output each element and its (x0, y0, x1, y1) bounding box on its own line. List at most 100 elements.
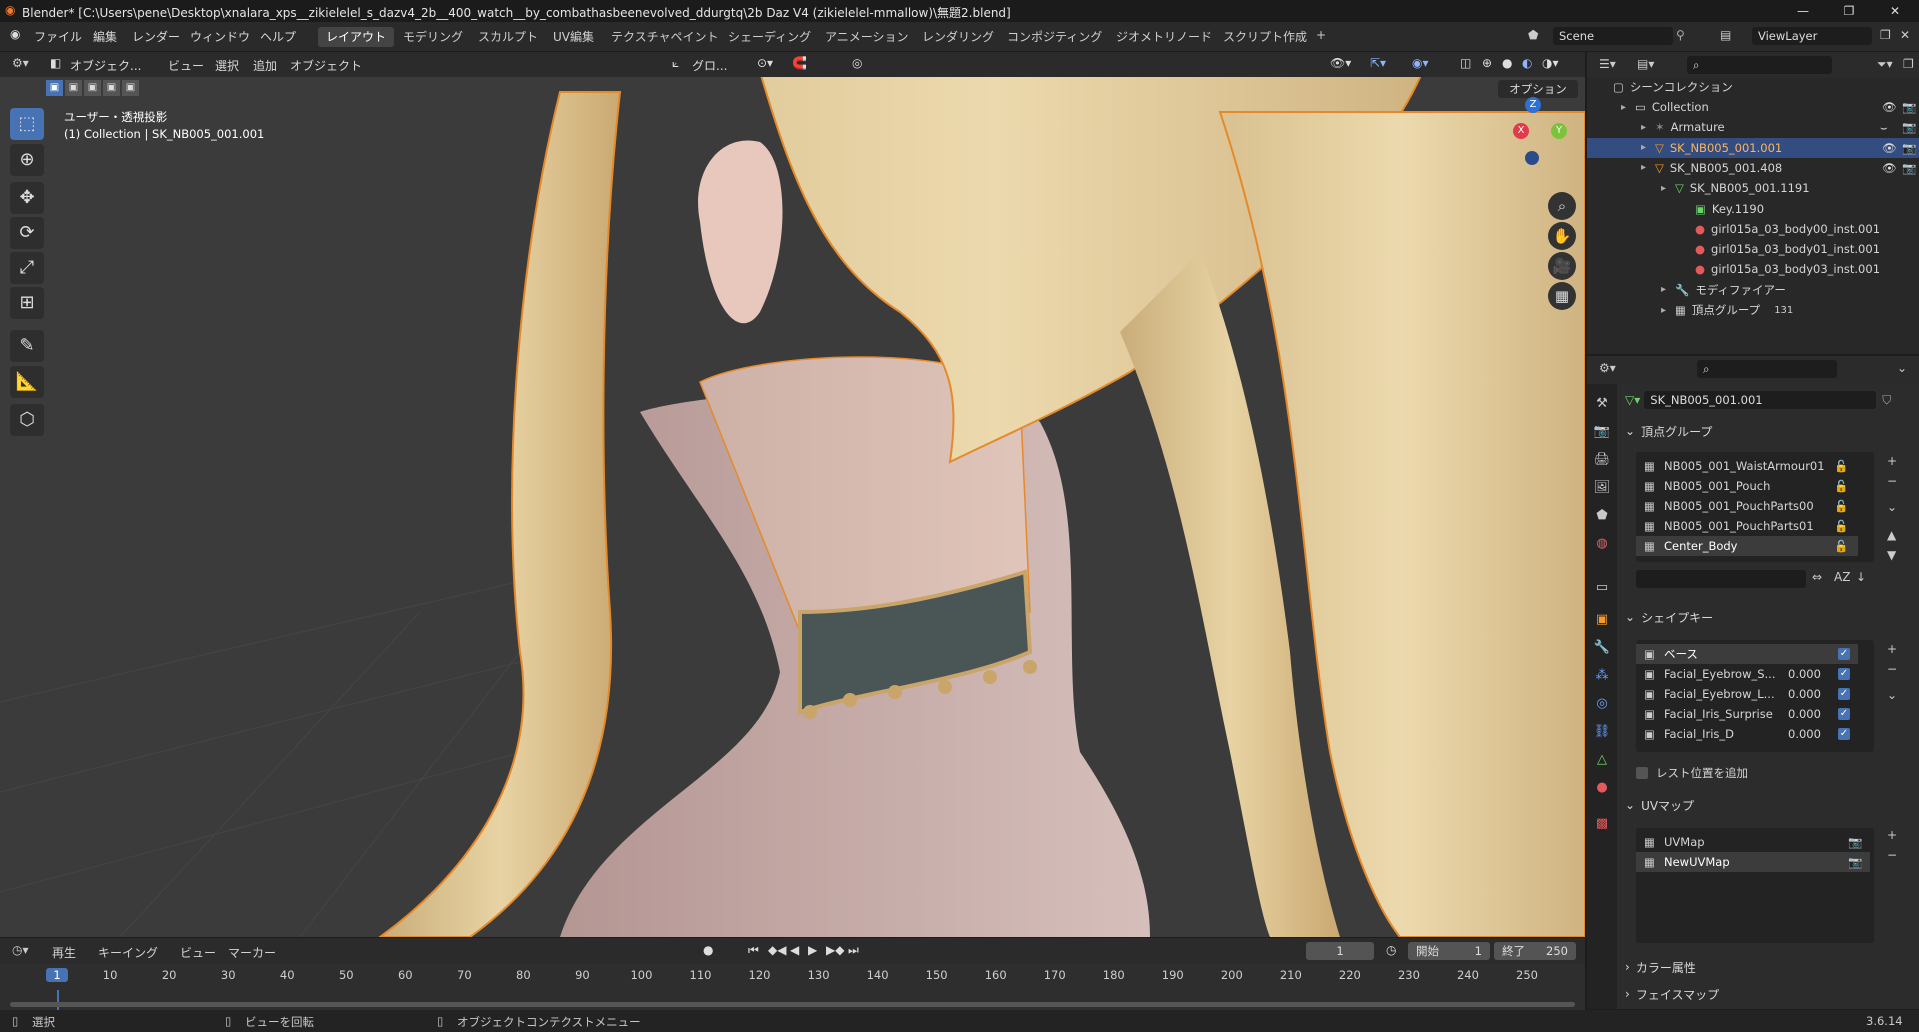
outliner-row[interactable]: ● girl015a_03_body03_inst.001 (1587, 259, 1919, 279)
rest-position-checkbox[interactable] (1636, 767, 1648, 779)
remove-shape-key-icon[interactable]: − (1887, 662, 1897, 676)
tab-compositing[interactable]: コンポジティング (999, 27, 1110, 47)
lock-icon[interactable]: 🔓 (1834, 499, 1848, 513)
tab-texture-paint[interactable]: テクスチャペイント (603, 27, 727, 47)
render-camera-icon[interactable]: 📷 (1902, 100, 1916, 114)
pin-icon[interactable]: ⚲ (1676, 28, 1685, 42)
shape-key-mute-checkbox[interactable]: ✓ (1838, 728, 1850, 740)
particles-tab-icon[interactable]: ⁂ (1591, 668, 1613, 690)
shape-key-value[interactable]: 0.000 (1788, 687, 1821, 701)
gizmo-z[interactable]: Z (1525, 97, 1541, 113)
expand-arrow-icon[interactable]: ▸ (1661, 284, 1675, 295)
pan-hand-icon[interactable]: ✋ (1548, 222, 1576, 250)
preview-range-icon[interactable]: ◷ (1386, 943, 1396, 957)
vertex-group-item[interactable]: ▦ Center_Body 🔓 (1636, 536, 1858, 556)
viewport-menu-add[interactable]: 追加 (253, 57, 277, 74)
properties-search-input[interactable]: ⌕ (1697, 360, 1837, 378)
visibility-eye-icon[interactable]: ⌣ (1880, 120, 1888, 135)
jump-end-icon[interactable]: ⏭ (848, 943, 859, 958)
vertex-group-item[interactable]: ▦ NB005_001_WaistArmour01 🔓 (1636, 456, 1858, 476)
tool-transform[interactable]: ⊞ (10, 287, 44, 319)
face-maps-header[interactable]: › フェイスマップ (1625, 983, 1910, 1005)
new-viewlayer-icon[interactable]: ❐ (1880, 28, 1891, 42)
outliner-row[interactable]: ▣ Key.1190 (1587, 199, 1919, 219)
tab-sculpt[interactable]: スカルプト (470, 27, 546, 47)
outliner-row[interactable]: ▸ ▭ Collection 👁 📷 (1587, 97, 1919, 117)
shape-key-list[interactable]: ▣ ベース ✓ ▣ Facial_Eyebrow_S... 0.000 ✓ ▣ Facial_E… (1636, 640, 1874, 752)
data-tab-icon[interactable]: △ (1591, 752, 1613, 774)
render-camera-icon[interactable]: 📷 (1902, 141, 1916, 155)
scene-tab-icon[interactable]: ⬟ (1591, 508, 1613, 530)
shape-key-value[interactable]: 0.000 (1788, 727, 1821, 741)
shading-material-icon[interactable]: ◐ (1522, 56, 1532, 70)
visibility-icon[interactable]: 👁▾ (1330, 56, 1351, 70)
material-tab-icon[interactable]: ● (1591, 780, 1613, 802)
tab-uv-editing[interactable]: UV編集 (545, 27, 602, 47)
maximize-icon[interactable]: ❐ (1826, 0, 1872, 22)
shape-key-mute-checkbox[interactable]: ✓ (1838, 708, 1850, 720)
editor-type-icon[interactable]: ⚙▾ (12, 56, 29, 70)
move-down-icon[interactable]: ▼ (1887, 548, 1896, 562)
viewlayer-selector[interactable]: ViewLayer (1752, 27, 1872, 45)
expand-arrow-icon[interactable]: ▸ (1661, 183, 1675, 194)
mode-selector[interactable]: オブジェク... (70, 57, 141, 74)
outliner-row[interactable]: ▸ 🔧 モディファイアー (1587, 280, 1919, 300)
viewlayer-tab-icon[interactable]: 🖼 (1591, 480, 1613, 502)
scene-selector[interactable]: Scene (1553, 27, 1673, 45)
new-collection-icon[interactable]: ❐ (1903, 57, 1914, 71)
add-shape-key-icon[interactable]: + (1887, 642, 1897, 656)
outliner-row[interactable]: ▸ ▽ SK_NB005_001.1191 (1587, 178, 1919, 198)
uv-maps-header[interactable]: ⌄ UVマップ (1625, 794, 1910, 816)
remove-uv-map-icon[interactable]: − (1887, 848, 1897, 862)
shape-key-mute-checkbox[interactable]: ✓ (1838, 648, 1850, 660)
timeline-menu-keying[interactable]: キーイング (98, 944, 158, 961)
tool-annotate[interactable]: ✎ (10, 330, 44, 362)
viewport-menu-view[interactable]: ビュー (168, 57, 204, 74)
gizmo-x[interactable]: X (1513, 123, 1529, 139)
xray-icon[interactable]: ◫ (1460, 56, 1471, 70)
uv-map-item[interactable]: ▦ UVMap 📷 (1636, 832, 1870, 852)
add-workspace-icon[interactable]: + (1316, 28, 1326, 42)
vertex-group-specials-icon[interactable]: ⌄ (1887, 500, 1897, 514)
gizmo-toggle-icon[interactable]: ⇱▾ (1370, 56, 1386, 70)
constraints-tab-icon[interactable]: ⛓ (1591, 724, 1613, 746)
tab-layout[interactable]: レイアウト (318, 27, 395, 47)
lock-icon[interactable]: 🔓 (1834, 519, 1848, 533)
outliner-search-input[interactable]: ⌕ (1687, 56, 1832, 74)
shape-key-item[interactable]: ▣ ベース ✓ (1636, 644, 1858, 664)
play-reverse-icon[interactable]: ◀ (790, 943, 799, 957)
visibility-eye-icon[interactable]: 👁 (1882, 141, 1897, 155)
vertex-group-list[interactable]: ▦ NB005_001_WaistArmour01 🔓 ▦ NB005_001_Pouc… (1636, 452, 1874, 562)
physics-tab-icon[interactable]: ◎ (1591, 696, 1613, 718)
outliner-row[interactable]: ▸ ▽ SK_NB005_001.408 👁 📷 (1587, 158, 1919, 178)
menu-render[interactable]: レンダー (132, 28, 180, 45)
modifier-tab-icon[interactable]: 🔧 (1591, 640, 1613, 662)
tab-animation[interactable]: アニメーション (817, 27, 917, 47)
gizmo-y[interactable]: Y (1551, 123, 1567, 139)
outliner-row[interactable]: ● girl015a_03_body01_inst.001 (1587, 239, 1919, 259)
outliner-row[interactable]: ▸ ✶ Armature ⌣ 📷 (1587, 117, 1919, 137)
end-frame-field[interactable]: 終了 250 (1494, 942, 1576, 960)
tool-rotate[interactable]: ⟳ (10, 217, 44, 249)
render-camera-icon[interactable]: 📷 (1902, 161, 1916, 175)
outliner-row[interactable]: ▸ ▽ SK_NB005_001.001 👁 📷 (1587, 137, 1919, 158)
properties-options-icon[interactable]: ⌄ (1897, 361, 1907, 375)
fake-user-icon[interactable]: ⛉ (1882, 393, 1891, 408)
start-frame-field[interactable]: 開始 1 (1408, 942, 1490, 960)
tool-tab-icon[interactable]: ⚒ (1591, 396, 1613, 418)
timeline-menu-marker[interactable]: マーカー (228, 944, 276, 961)
shape-key-item[interactable]: ▣ Facial_Iris_D 0.000 ✓ (1636, 724, 1858, 744)
world-tab-icon[interactable]: ◍ (1591, 536, 1613, 558)
record-icon[interactable]: ● (703, 943, 713, 957)
select-extend-icon[interactable]: ▣ (65, 80, 82, 96)
menu-help[interactable]: ヘルプ (260, 28, 296, 45)
sort-alpha-icon[interactable]: AZ (1834, 570, 1850, 584)
prev-keyframe-icon[interactable]: ◆◀ (768, 943, 786, 957)
vertex-group-item[interactable]: ▦ NB005_001_PouchParts01 🔓 (1636, 516, 1858, 536)
shape-key-value[interactable]: 0.000 (1788, 707, 1821, 721)
tab-modeling[interactable]: モデリング (395, 27, 471, 47)
shading-rendered-icon[interactable]: ◑▾ (1542, 56, 1559, 70)
filter-invert-icon[interactable]: ⇔ (1812, 570, 1822, 584)
render-tab-icon[interactable]: 📷 (1591, 424, 1613, 446)
remove-vertex-group-icon[interactable]: − (1887, 474, 1897, 488)
